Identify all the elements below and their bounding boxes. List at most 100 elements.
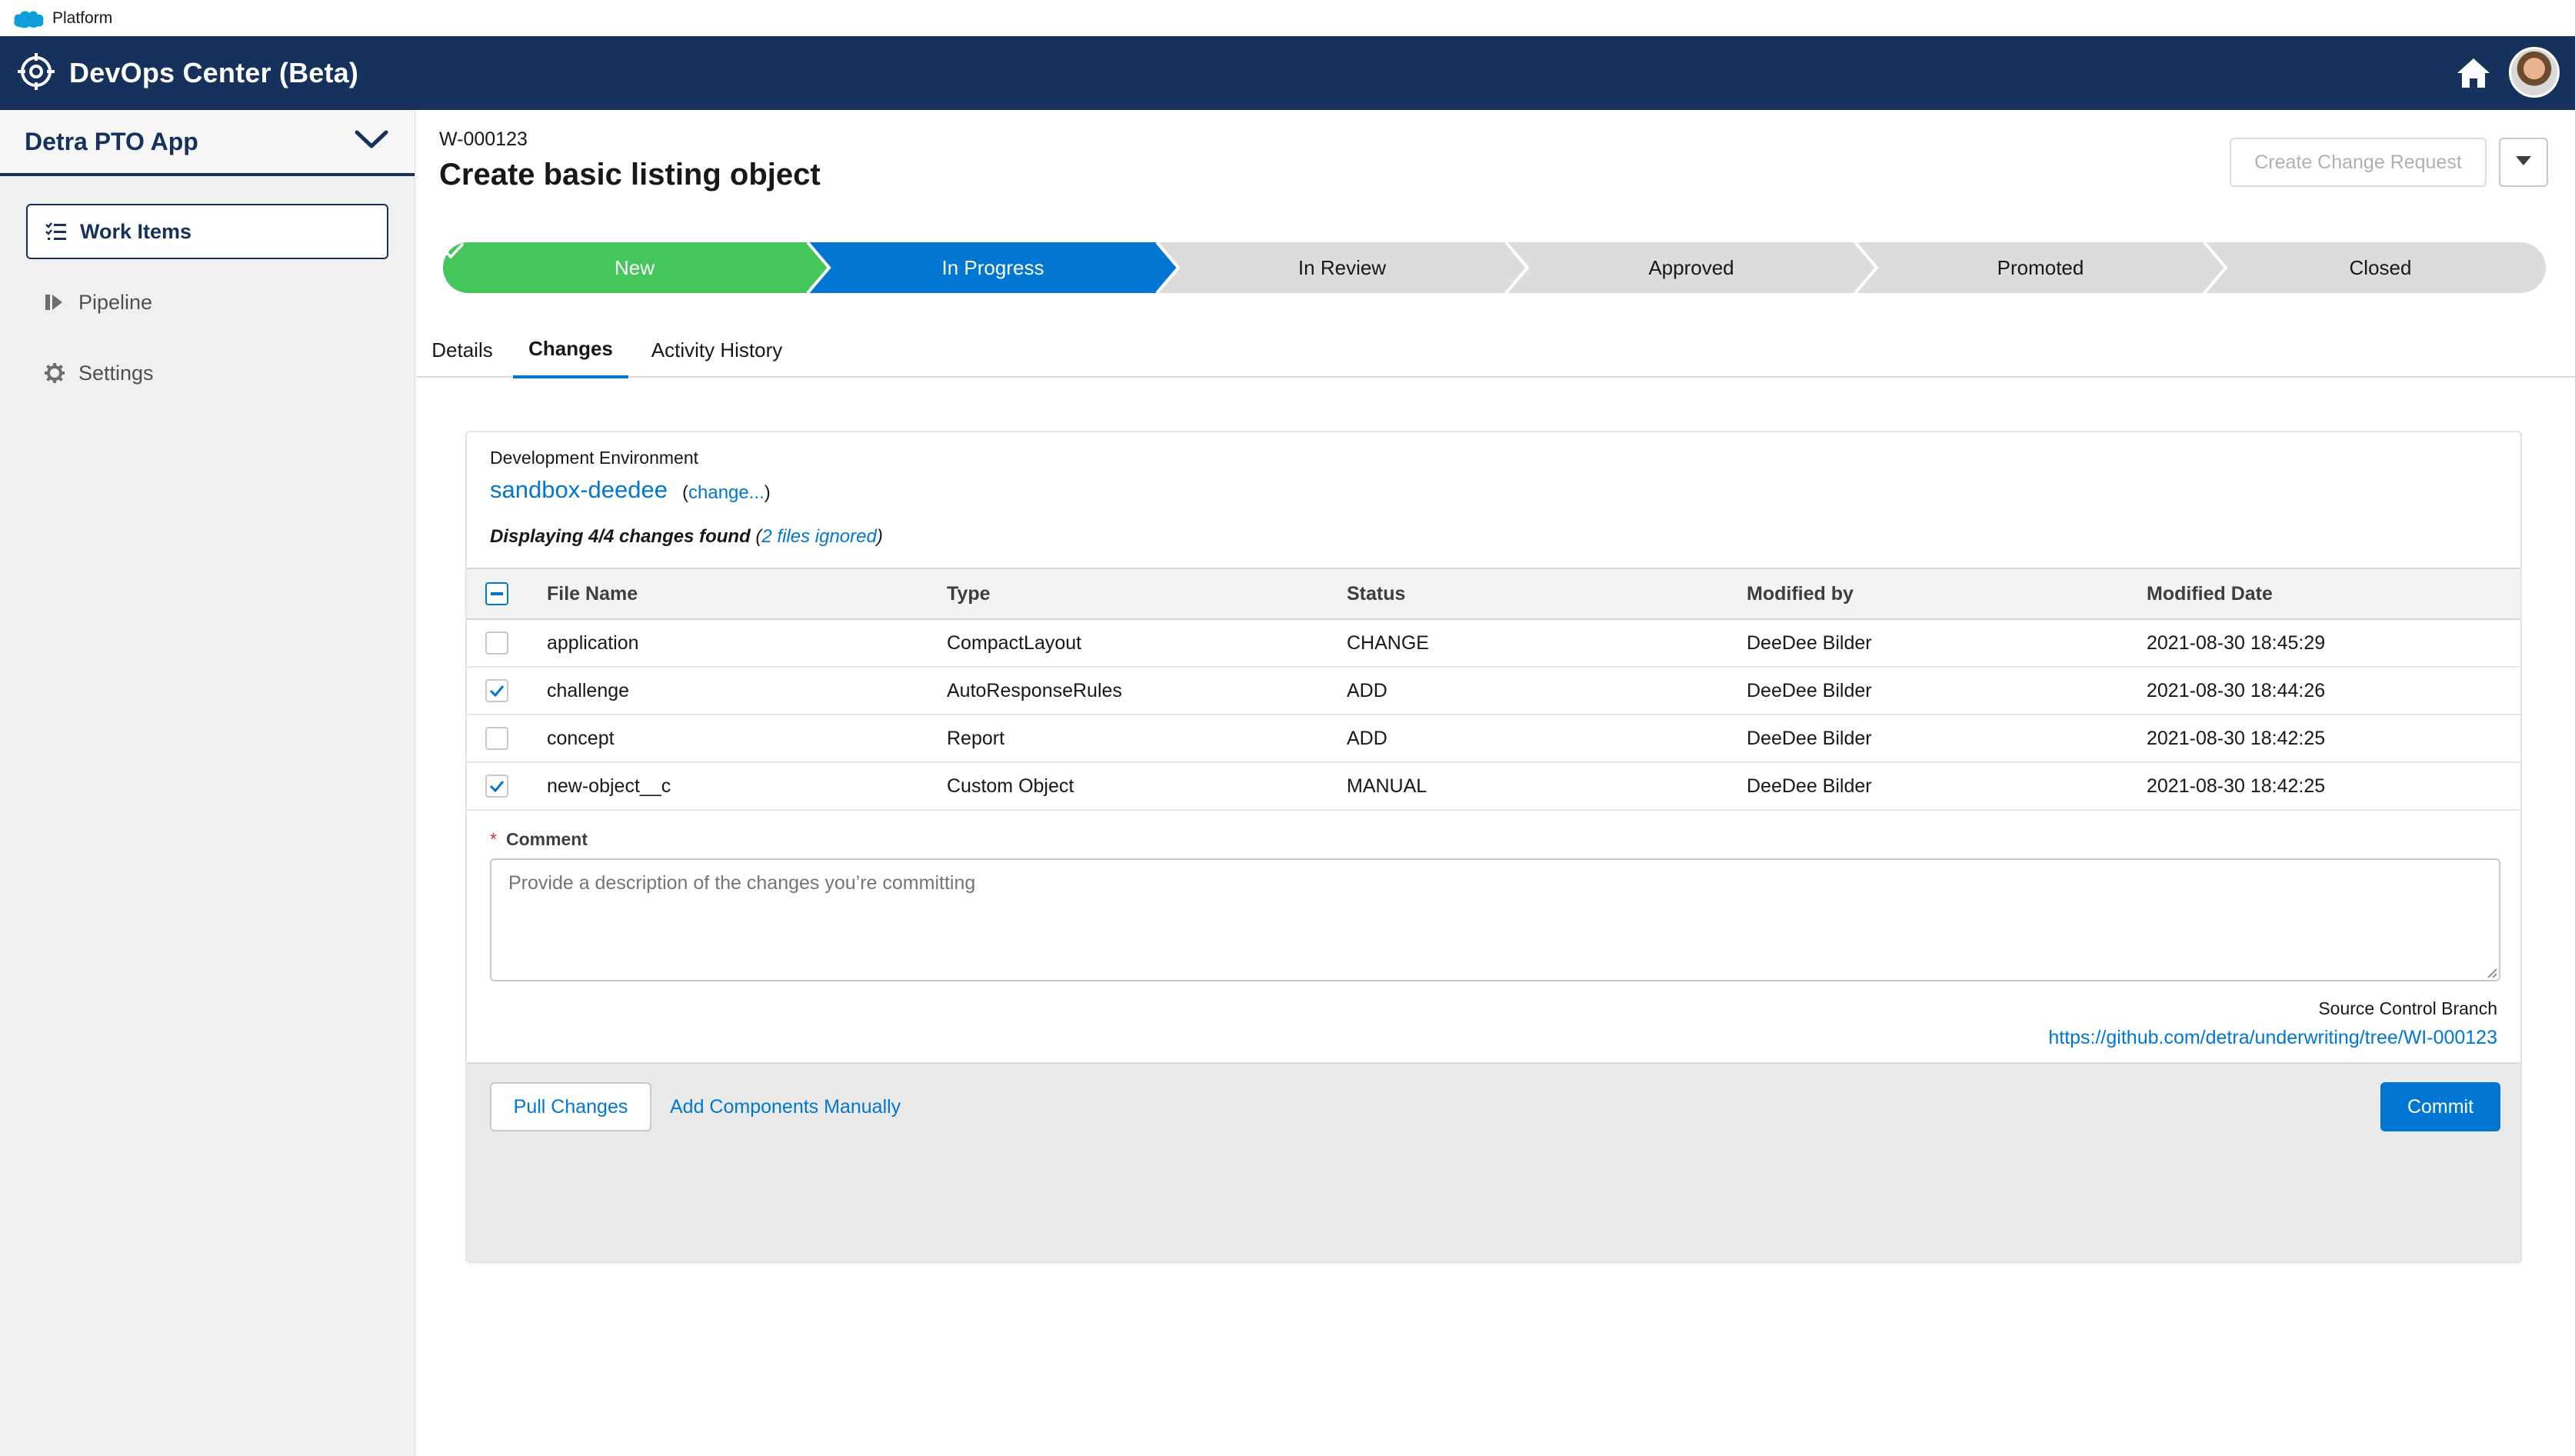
devops-target-icon xyxy=(17,52,55,95)
gear-icon xyxy=(43,362,66,385)
sidebar: Detra PTO App Work Items Pipeline Settin… xyxy=(0,110,415,1456)
status-cell: ADD xyxy=(1347,667,1747,715)
work-item-id: W-000123 xyxy=(439,128,528,150)
page-title: Create basic listing object xyxy=(439,158,821,192)
app-header: DevOps Center (Beta) xyxy=(0,36,2575,110)
modified-by-cell: DeeDee Bilder xyxy=(1747,715,2147,763)
list-icon xyxy=(45,220,68,243)
file-name-cell: application xyxy=(547,619,947,668)
row-select-cell xyxy=(467,762,547,811)
stage-approved[interactable]: Approved xyxy=(1517,242,1866,293)
resize-grip-icon[interactable] xyxy=(2485,966,2497,978)
type-cell: AutoResponseRules xyxy=(947,667,1347,715)
column-header-file-name[interactable]: File Name xyxy=(547,568,947,620)
stage-label: In Review xyxy=(1297,255,1387,279)
modified-date-cell: 2021-08-30 18:45:29 xyxy=(2147,619,2520,668)
sidebar-item-label: Settings xyxy=(78,361,154,385)
table-row: challenge AutoResponseRules ADD DeeDee B… xyxy=(467,667,2520,715)
status-cell: MANUAL xyxy=(1347,762,1747,811)
row-checkbox[interactable] xyxy=(485,727,508,751)
stage-label: Closed xyxy=(2349,255,2412,279)
status-cell: CHANGE xyxy=(1347,619,1747,668)
row-checkbox[interactable] xyxy=(485,775,508,798)
checkmark-icon xyxy=(489,685,505,698)
row-select-cell xyxy=(467,619,547,668)
sidebar-item-pipeline[interactable]: Pipeline xyxy=(26,275,388,330)
file-name-cell: challenge xyxy=(547,667,947,715)
row-select-cell xyxy=(467,667,547,715)
modified-date-cell: 2021-08-30 18:44:26 xyxy=(2147,667,2520,715)
required-mark: * xyxy=(490,829,497,849)
tab-bar: Details Changes Activity History xyxy=(416,322,2575,378)
environment-change: (change...) xyxy=(682,482,771,503)
pipeline-icon xyxy=(43,291,66,314)
environment-label: Development Environment xyxy=(490,448,699,468)
tab-details[interactable]: Details xyxy=(424,322,501,378)
sidebar-item-work-items[interactable]: Work Items xyxy=(26,204,388,259)
comment-label-text: Comment xyxy=(505,829,588,849)
table-row: application CompactLayout CHANGE DeeDee … xyxy=(467,619,2520,668)
tab-changes[interactable]: Changes xyxy=(513,322,628,378)
actions-menu-button[interactable] xyxy=(2499,138,2548,187)
stage-in-review[interactable]: In Review xyxy=(1168,242,1517,293)
platform-label: Platform xyxy=(52,8,113,27)
row-checkbox[interactable] xyxy=(485,631,508,655)
create-change-request-button[interactable]: Create Change Request xyxy=(2230,138,2487,187)
source-branch-label: Source Control Branch xyxy=(2318,998,2497,1018)
home-icon[interactable] xyxy=(2455,55,2492,92)
checkmark-icon xyxy=(489,781,505,793)
chevron-down-icon[interactable] xyxy=(355,130,388,154)
sidebar-item-label: Work Items xyxy=(80,219,192,243)
modified-by-cell: DeeDee Bilder xyxy=(1747,619,2147,668)
file-name-cell: new-object__c xyxy=(547,762,947,811)
stage-new[interactable]: New xyxy=(443,242,818,293)
changes-card: Development Environment sandbox-deedee (… xyxy=(465,431,2522,1263)
table-row: new-object__c Custom Object MANUAL DeeDe… xyxy=(467,762,2520,811)
changes-summary: Displaying 4/4 changes found (2 files ig… xyxy=(490,526,883,547)
sidebar-nav: Work Items Pipeline Settings xyxy=(0,176,415,401)
stage-in-progress[interactable]: In Progress xyxy=(818,242,1168,293)
sidebar-item-label: Pipeline xyxy=(78,290,153,314)
stage-label: Approved xyxy=(1648,255,1734,279)
stage-path: New In Progress In Review Approved Promo… xyxy=(443,242,2546,293)
modified-date-cell: 2021-08-30 18:42:25 xyxy=(2147,715,2520,763)
changes-table: File Name Type Status Modified by Modifi… xyxy=(467,568,2520,811)
commit-button[interactable]: Commit xyxy=(2380,1082,2500,1131)
stage-promoted[interactable]: Promoted xyxy=(1866,242,2215,293)
platform-bar: Platform xyxy=(0,0,2575,36)
modified-date-cell: 2021-08-30 18:42:25 xyxy=(2147,762,2520,811)
comment-label: * Comment xyxy=(490,829,588,850)
files-ignored-link[interactable]: 2 files ignored xyxy=(761,526,876,547)
stage-closed[interactable]: Closed xyxy=(2215,242,2546,293)
column-header-modified-date[interactable]: Modified Date xyxy=(2147,568,2520,620)
select-all-checkbox[interactable] xyxy=(485,582,508,606)
stage-label: New xyxy=(614,255,655,279)
environment-name-link[interactable]: sandbox-deedee xyxy=(490,476,668,504)
file-name-cell: concept xyxy=(547,715,947,763)
user-avatar[interactable] xyxy=(2509,47,2560,98)
select-all-cell xyxy=(467,568,547,620)
add-components-link[interactable]: Add Components Manually xyxy=(670,1096,901,1118)
modified-by-cell: DeeDee Bilder xyxy=(1747,667,2147,715)
sidebar-item-settings[interactable]: Settings xyxy=(26,345,388,401)
environment-change-link[interactable]: change... xyxy=(688,482,765,503)
stage-label: In Progress xyxy=(941,255,1044,279)
column-header-status[interactable]: Status xyxy=(1347,568,1747,620)
main-content: W-000123 Create basic listing object Cre… xyxy=(416,110,2575,1456)
salesforce-cloud-icon xyxy=(12,8,45,28)
column-header-modified-by[interactable]: Modified by xyxy=(1747,568,2147,620)
status-cell: ADD xyxy=(1347,715,1747,763)
pull-changes-button[interactable]: Pull Changes xyxy=(490,1082,651,1131)
row-checkbox[interactable] xyxy=(485,679,508,703)
comment-textarea[interactable] xyxy=(490,858,2500,981)
source-branch-link[interactable]: https://github.com/detra/underwriting/tr… xyxy=(2048,1027,2497,1049)
tab-activity-history[interactable]: Activity History xyxy=(636,322,798,378)
column-header-type[interactable]: Type xyxy=(947,568,1347,620)
app-name: Detra PTO App xyxy=(25,127,198,155)
app-title: DevOps Center (Beta) xyxy=(69,57,359,88)
app-switcher[interactable]: Detra PTO App xyxy=(0,110,415,176)
card-footer: Pull Changes Add Components Manually Com… xyxy=(467,1062,2520,1261)
caret-down-icon xyxy=(2515,155,2532,170)
row-select-cell xyxy=(467,715,547,763)
table-header-row: File Name Type Status Modified by Modifi… xyxy=(467,568,2520,620)
